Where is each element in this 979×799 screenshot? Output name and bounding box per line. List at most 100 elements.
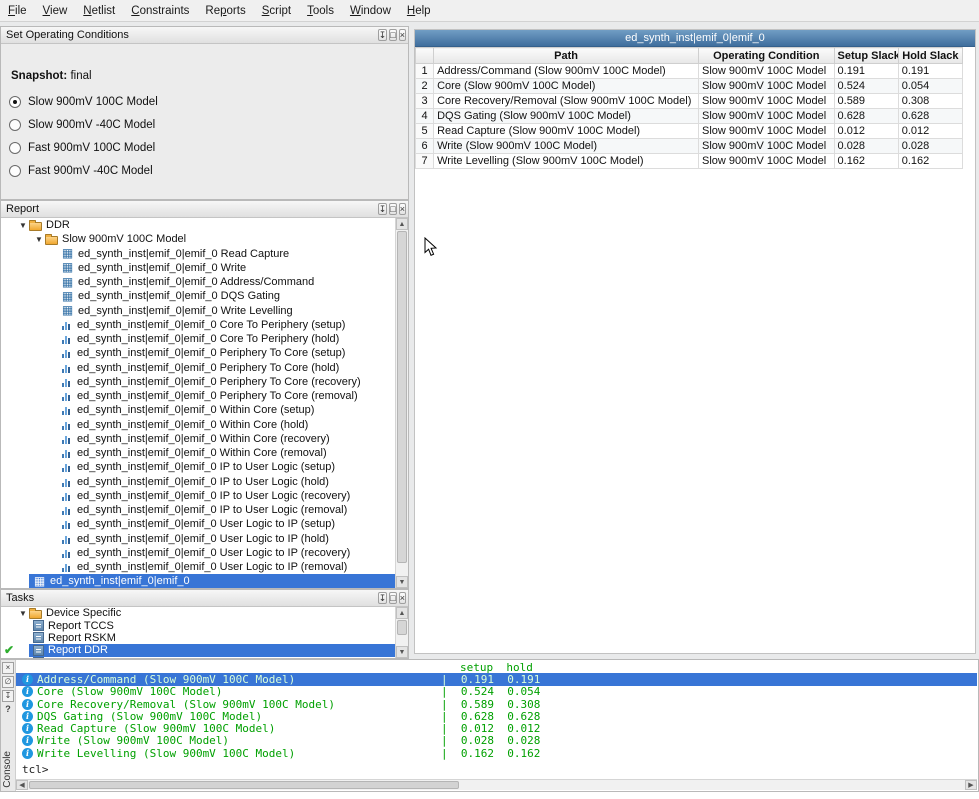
- pin-button[interactable]: ↧: [378, 592, 388, 604]
- tree-item-report-tccs[interactable]: Report TCCS: [1, 619, 395, 631]
- tree-item-ed-synth-inst-emif-0-emif-0-ip-to-user-logic-removal[interactable]: ed_synth_inst|emif_0|emif_0 IP to User L…: [1, 503, 395, 517]
- float-button[interactable]: □: [389, 592, 396, 604]
- tree-item-ed-synth-inst-emif-0-emif-0-user-logic-to-ip-hold[interactable]: ed_synth_inst|emif_0|emif_0 User Logic t…: [1, 532, 395, 546]
- expand-arrow-icon[interactable]: ▼: [17, 609, 29, 618]
- console-line[interactable]: iCore Recovery/Removal (Slow 900mV 100C …: [16, 698, 977, 710]
- table-row[interactable]: 4DQS Gating (Slow 900mV 100C Model)Slow …: [416, 109, 963, 124]
- close-button[interactable]: ×: [399, 592, 406, 604]
- tree-item-ed-synth-inst-emif-0-emif-0-ip-to-user-logic-recovery[interactable]: ed_synth_inst|emif_0|emif_0 IP to User L…: [1, 489, 395, 503]
- table-row[interactable]: 5Read Capture (Slow 900mV 100C Model)Slo…: [416, 124, 963, 139]
- clear-button[interactable]: ∅: [2, 676, 14, 688]
- expand-arrow-icon[interactable]: ▼: [17, 221, 29, 230]
- menu-item-netlist[interactable]: Netlist: [75, 2, 123, 20]
- tree-item-ed-synth-inst-emif-0-emif-0-within-core-hold[interactable]: ed_synth_inst|emif_0|emif_0 Within Core …: [1, 418, 395, 432]
- pin-button[interactable]: ↧: [2, 690, 14, 702]
- tree-item-ed-synth-inst-emif-0-emif-0-within-core-removal[interactable]: ed_synth_inst|emif_0|emif_0 Within Core …: [1, 446, 395, 460]
- radio-circle[interactable]: [9, 96, 21, 108]
- radio-option-slow-900mv-100c-model[interactable]: Slow 900mV 100C Model: [9, 90, 408, 113]
- radio-circle[interactable]: [9, 165, 21, 177]
- menu-item-script[interactable]: Script: [254, 2, 299, 20]
- float-button[interactable]: □: [389, 203, 396, 215]
- tree-item-ed-synth-inst-emif-0-emif-0-address-command[interactable]: ▦ed_synth_inst|emif_0|emif_0 Address/Com…: [1, 275, 395, 289]
- tree-item-ed-synth-inst-emif-0-emif-0-periphery-to-core-removal[interactable]: ed_synth_inst|emif_0|emif_0 Periphery To…: [1, 389, 395, 403]
- scroll-up-button[interactable]: ▲: [396, 218, 408, 230]
- radio-option-slow-900mv-40c-model[interactable]: Slow 900mV -40C Model: [9, 113, 408, 136]
- expand-arrow-icon[interactable]: ▼: [33, 235, 45, 244]
- table-row[interactable]: 6Write (Slow 900mV 100C Model)Slow 900mV…: [416, 139, 963, 154]
- timing-analyzer-window: FileViewNetlistConstraintsReportsScriptT…: [0, 0, 979, 799]
- menu-item-view[interactable]: View: [35, 2, 76, 20]
- close-button[interactable]: ×: [2, 662, 14, 674]
- column-header-hold-slack[interactable]: Hold Slack: [898, 48, 962, 64]
- scrollbar-thumb[interactable]: [397, 231, 407, 563]
- table-row[interactable]: 1Address/Command (Slow 900mV 100C Model)…: [416, 64, 963, 79]
- tree-item-ed-synth-inst-emif-0-emif-0-within-core-setup[interactable]: ed_synth_inst|emif_0|emif_0 Within Core …: [1, 403, 395, 417]
- tree-item-ed-synth-inst-emif-0-emif-0-read-capture[interactable]: ▦ed_synth_inst|emif_0|emif_0 Read Captur…: [1, 247, 395, 261]
- tree-item-ed-synth-inst-emif-0-emif-0-core-to-periphery-hold[interactable]: ed_synth_inst|emif_0|emif_0 Core To Peri…: [1, 332, 395, 346]
- menu-item-tools[interactable]: Tools: [299, 2, 342, 20]
- console-line[interactable]: iWrite (Slow 900mV 100C Model)| 0.028 0.…: [16, 735, 977, 747]
- tree-item-ed-synth-inst-emif-0-emif-0-periphery-to-core-hold[interactable]: ed_synth_inst|emif_0|emif_0 Periphery To…: [1, 361, 395, 375]
- console-tab-label[interactable]: Console: [2, 751, 13, 788]
- scrollbar-thumb[interactable]: [397, 620, 407, 635]
- column-header-setup-slack[interactable]: Setup Slack: [834, 48, 898, 64]
- float-button[interactable]: □: [389, 29, 396, 41]
- table-row[interactable]: 3Core Recovery/Removal (Slow 900mV 100C …: [416, 94, 963, 109]
- tree-item-ed-synth-inst-emif-0-emif-0-user-logic-to-ip-recovery[interactable]: ed_synth_inst|emif_0|emif_0 User Logic t…: [1, 546, 395, 560]
- menu-item-window[interactable]: Window: [342, 2, 399, 20]
- tree-item-report-ddr[interactable]: ✔Report DDR: [1, 644, 395, 656]
- tree-item-ed-synth-inst-emif-0-emif-0-user-logic-to-ip-setup[interactable]: ed_synth_inst|emif_0|emif_0 User Logic t…: [1, 517, 395, 531]
- radio-option-fast-900mv-100c-model[interactable]: Fast 900mV 100C Model: [9, 136, 408, 159]
- radio-circle[interactable]: [9, 119, 21, 131]
- tree-item-ed-synth-inst-emif-0-emif-0-core-to-periphery-setup[interactable]: ed_synth_inst|emif_0|emif_0 Core To Peri…: [1, 318, 395, 332]
- column-header-operating-condition[interactable]: Operating Condition: [699, 48, 834, 64]
- help-button[interactable]: ?: [2, 704, 14, 716]
- tree-item-ed-synth-inst-emif-0-emif-0-periphery-to-core-setup[interactable]: ed_synth_inst|emif_0|emif_0 Periphery To…: [1, 346, 395, 360]
- tree-item-ed-synth-inst-emif-0-emif-0-ip-to-user-logic-setup[interactable]: ed_synth_inst|emif_0|emif_0 IP to User L…: [1, 460, 395, 474]
- tree-item-ed-synth-inst-emif-0-emif-0[interactable]: ▦ed_synth_inst|emif_0|emif_0: [1, 574, 395, 588]
- cell-setup-slack: 0.191: [834, 64, 898, 79]
- report-scrollbar[interactable]: ▲ ▼: [395, 218, 408, 588]
- console-prompt[interactable]: tcl>: [22, 763, 977, 776]
- radio-option-fast-900mv-40c-model[interactable]: Fast 900mV -40C Model: [9, 159, 408, 182]
- scrollbar-thumb[interactable]: [29, 781, 459, 789]
- console-line[interactable]: iAddress/Command (Slow 900mV 100C Model)…: [16, 673, 977, 685]
- menu-item-help[interactable]: Help: [399, 2, 439, 20]
- radio-circle[interactable]: [9, 142, 21, 154]
- tree-item-ed-synth-inst-emif-0-emif-0-periphery-to-core-recovery[interactable]: ed_synth_inst|emif_0|emif_0 Periphery To…: [1, 375, 395, 389]
- scroll-left-button[interactable]: ◀: [16, 780, 28, 790]
- scroll-right-button[interactable]: ▶: [965, 780, 977, 790]
- menu-item-reports[interactable]: Reports: [197, 2, 253, 20]
- tree-item-ed-synth-inst-emif-0-emif-0-write[interactable]: ▦ed_synth_inst|emif_0|emif_0 Write: [1, 261, 395, 275]
- close-button[interactable]: ×: [399, 203, 406, 215]
- tree-item-ed-synth-inst-emif-0-emif-0-within-core-recovery[interactable]: ed_synth_inst|emif_0|emif_0 Within Core …: [1, 432, 395, 446]
- scroll-down-button[interactable]: ▼: [396, 576, 408, 588]
- tree-item-ed-synth-inst-emif-0-emif-0-dqs-gating[interactable]: ▦ed_synth_inst|emif_0|emif_0 DQS Gating: [1, 289, 395, 303]
- tree-item-report-metastability-summary[interactable]: Report Metastability Summary: [1, 657, 395, 658]
- column-header-path[interactable]: Path: [434, 48, 699, 64]
- pin-button[interactable]: ↧: [378, 203, 388, 215]
- tree-item-ed-synth-inst-emif-0-emif-0-ip-to-user-logic-hold[interactable]: ed_synth_inst|emif_0|emif_0 IP to User L…: [1, 475, 395, 489]
- console-line[interactable]: iWrite Levelling (Slow 900mV 100C Model)…: [16, 747, 977, 759]
- tree-item-ed-synth-inst-emif-0-emif-0-user-logic-to-ip-removal[interactable]: ed_synth_inst|emif_0|emif_0 User Logic t…: [1, 560, 395, 574]
- close-button[interactable]: ×: [399, 29, 406, 41]
- tree-item-label: Report RSKM: [48, 632, 116, 644]
- console-line[interactable]: iCore (Slow 900mV 100C Model)| 0.524 0.0…: [16, 686, 977, 698]
- menu-item-file[interactable]: File: [0, 2, 35, 20]
- tasks-scrollbar[interactable]: ▲ ▼: [395, 607, 408, 658]
- console-line[interactable]: iRead Capture (Slow 900mV 100C Model)| 0…: [16, 722, 977, 734]
- table-row[interactable]: 2Core (Slow 900mV 100C Model)Slow 900mV …: [416, 79, 963, 94]
- console-horizontal-scrollbar[interactable]: ◀ ▶: [16, 779, 977, 790]
- tree-item-ed-synth-inst-emif-0-emif-0-write-levelling[interactable]: ▦ed_synth_inst|emif_0|emif_0 Write Level…: [1, 304, 395, 318]
- menu-item-constraints[interactable]: Constraints: [123, 2, 197, 20]
- console-content[interactable]: setup holdiAddress/Command (Slow 900mV 1…: [16, 661, 977, 779]
- console-line[interactable]: iDQS Gating (Slow 900mV 100C Model)| 0.6…: [16, 710, 977, 722]
- tree-item-slow-900mv-100c-model[interactable]: ▼Slow 900mV 100C Model: [1, 232, 395, 246]
- tree-item-device-specific[interactable]: ▼Device Specific: [1, 607, 395, 619]
- pin-button[interactable]: ↧: [378, 29, 388, 41]
- scroll-down-button[interactable]: ▼: [396, 646, 408, 658]
- tree-item-ddr[interactable]: ▼DDR: [1, 218, 395, 232]
- scroll-up-button[interactable]: ▲: [396, 607, 408, 619]
- table-row[interactable]: 7Write Levelling (Slow 900mV 100C Model)…: [416, 154, 963, 169]
- tree-item-report-rskm[interactable]: Report RSKM: [1, 632, 395, 644]
